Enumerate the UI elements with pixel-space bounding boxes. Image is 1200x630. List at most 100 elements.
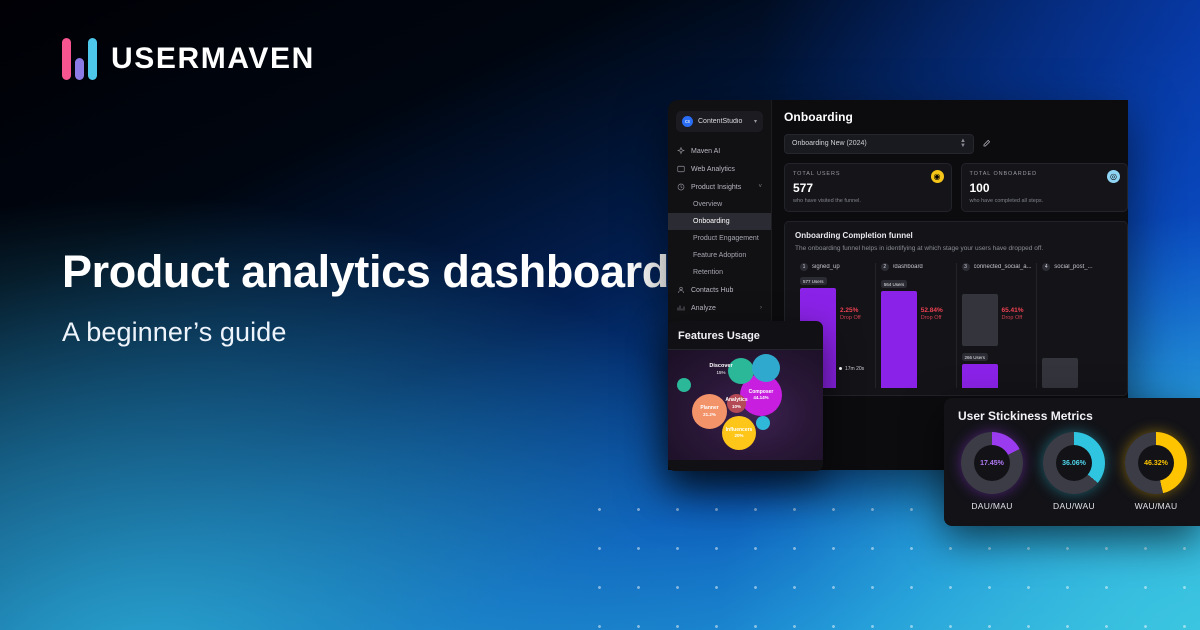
logo-bar-purple bbox=[75, 58, 84, 80]
stat-sub: who have completed all steps. bbox=[969, 197, 1044, 204]
sidebar-item-web-analytics[interactable]: Web Analytics bbox=[668, 160, 771, 178]
sidebar-item-label: Web Analytics bbox=[691, 165, 735, 173]
edit-icon[interactable] bbox=[982, 139, 991, 148]
chevron-right-icon: › bbox=[760, 305, 762, 311]
stat-label: TOTAL USERS bbox=[793, 170, 841, 177]
sidebar-item-analyze[interactable]: Analyze › bbox=[668, 299, 771, 317]
headline-block: Product analytics dashboard A beginner’s… bbox=[62, 246, 669, 348]
logo-bar-pink bbox=[62, 38, 71, 80]
funnel-dropoff: 2.25% Drop Off bbox=[840, 307, 861, 321]
bubble-value: 20% bbox=[734, 433, 744, 439]
person-icon bbox=[678, 286, 684, 294]
logo-bar-cyan bbox=[88, 38, 97, 80]
stepper-icon: ▲ ▼ bbox=[960, 138, 966, 149]
features-usage-card: Features Usage Composer 44.14% Planner 2… bbox=[668, 321, 823, 471]
donut-label: WAU/MAU bbox=[1134, 501, 1178, 511]
donut-value: 17.45% bbox=[980, 459, 1004, 467]
sidebar-item-label: Retention bbox=[693, 269, 723, 276]
sidebar-item-label: Feature Adoption bbox=[693, 252, 747, 259]
stat-value: 577 bbox=[793, 180, 814, 195]
bubble-analytics[interactable]: Analytics 10% bbox=[725, 394, 748, 413]
dashboard-page-title: Onboarding bbox=[784, 110, 853, 124]
funnel-time-value: 17m 20s bbox=[845, 365, 865, 372]
bubble-value: 44.14% bbox=[753, 395, 769, 401]
sidebar-item-label: Contacts Hub bbox=[691, 286, 734, 294]
funnel-panel-description: The onboarding funnel helps in identifyi… bbox=[795, 244, 1044, 252]
clock-icon bbox=[677, 183, 685, 191]
sidebar-item-onboarding[interactable]: Onboarding bbox=[668, 213, 771, 230]
window-icon bbox=[677, 165, 685, 173]
funnel-bar-label: 577 Users bbox=[800, 277, 827, 286]
stat-cards: TOTAL USERS 577 who have visited the fun… bbox=[784, 162, 1128, 212]
poster-canvas: USERMAVEN Product analytics dashboard A … bbox=[0, 0, 1200, 630]
funnel-select-row: Onboarding New (2024) ▲ ▼ bbox=[784, 134, 1128, 154]
donut-wau-mau: 46.32% WAU/MAU bbox=[1122, 432, 1190, 511]
bubble-value: 10% bbox=[731, 403, 741, 409]
sidebar-nav: Maven AI Web Analytics Product Insights … bbox=[668, 142, 771, 317]
sidebar-item-label: Product Engagement bbox=[693, 235, 759, 242]
donut-label: DAU/WAU bbox=[1053, 501, 1095, 511]
funnel-bar bbox=[880, 290, 917, 388]
features-usage-title: Features Usage bbox=[668, 321, 823, 350]
sidebar-item-label: Onboarding bbox=[693, 218, 730, 225]
gold-coin-icon: ◉ bbox=[930, 169, 944, 183]
funnel-dropoff-value: 52.84% bbox=[920, 306, 943, 314]
funnel-step-head: 3 connected_social_a... bbox=[961, 262, 1037, 271]
bubble-value: 15% bbox=[716, 369, 726, 375]
sidebar-item-overview[interactable]: Overview bbox=[668, 196, 771, 213]
bubble-influencers[interactable]: Influencers 20% bbox=[722, 416, 756, 450]
bubble-large-cyan[interactable] bbox=[752, 354, 780, 382]
donut-ring: 46.32% bbox=[1125, 432, 1187, 494]
donut-dau-wau: 36.06% DAU/WAU bbox=[1040, 432, 1108, 511]
user-stickiness-card: User Stickiness Metrics 17.45% DAU/MAU 3… bbox=[944, 398, 1200, 526]
funnel-time-label: 17m 20s bbox=[839, 366, 864, 372]
stat-value: 100 bbox=[969, 180, 990, 195]
sidebar-item-contacts-hub[interactable]: Contacts Hub bbox=[668, 281, 771, 299]
funnel-bar bbox=[961, 363, 998, 388]
funnel-dropoff: 52.84% Drop Off bbox=[921, 307, 943, 321]
page-subtitle: A beginner’s guide bbox=[62, 316, 287, 347]
chevron-down-icon: ▾ bbox=[753, 119, 757, 125]
donut-value: 36.06% bbox=[1062, 459, 1086, 467]
features-usage-bubble-chart: Composer 44.14% Planner 21.2% Influencer… bbox=[668, 350, 823, 460]
funnel-step-head: 2 /dashboard bbox=[880, 262, 956, 271]
sparkle-icon bbox=[677, 147, 685, 155]
donut-value: 46.32% bbox=[1144, 459, 1168, 467]
bubble-small-cyan[interactable] bbox=[756, 416, 770, 430]
sidebar-item-product-insights[interactable]: Product Insights ˅ bbox=[668, 178, 771, 196]
sidebar-item-label: Maven AI bbox=[691, 147, 721, 155]
stat-label: TOTAL ONBOARDED bbox=[969, 170, 1037, 177]
chart-icon bbox=[677, 305, 685, 311]
page-title: Product analytics dashboard bbox=[62, 246, 669, 297]
workspace-switcher[interactable]: cs ContentStudio ▾ bbox=[676, 111, 763, 132]
funnel-bar-wrap: 564 Users bbox=[880, 273, 917, 388]
funnel-dropoff-label: Drop Off bbox=[840, 314, 861, 321]
funnel-select-value: Onboarding New (2024) bbox=[792, 140, 867, 148]
bubble-planner[interactable]: Planner 21.2% bbox=[692, 394, 727, 429]
funnel-select[interactable]: Onboarding New (2024) ▲ ▼ bbox=[784, 134, 974, 154]
sidebar-item-maven-ai[interactable]: Maven AI bbox=[668, 142, 771, 160]
funnel-panel: Onboarding Completion funnel The onboard… bbox=[784, 220, 1128, 396]
sidebar-item-label: Overview bbox=[693, 201, 723, 208]
stat-card-total-users: TOTAL USERS 577 who have visited the fun… bbox=[784, 162, 952, 212]
funnel-bar-remainder bbox=[1042, 357, 1079, 388]
funnel-bar-label: 564 Users bbox=[880, 280, 908, 289]
funnel-bar-label: 266 Users bbox=[961, 353, 989, 362]
funnel-dropoff: 65.41% Drop Off bbox=[1002, 307, 1024, 321]
bubble-small-teal-left[interactable] bbox=[677, 378, 691, 392]
sidebar-item-feature-adoption[interactable]: Feature Adoption bbox=[668, 247, 771, 264]
bubble-value: 21.2% bbox=[703, 411, 716, 417]
logo-bars-icon bbox=[62, 38, 97, 80]
stickiness-title: User Stickiness Metrics bbox=[958, 409, 1093, 423]
sidebar-item-retention[interactable]: Retention bbox=[668, 264, 771, 281]
donut-ring: 17.45% bbox=[961, 432, 1023, 494]
funnel-step-number: 2 bbox=[880, 262, 889, 271]
workspace-name: ContentStudio bbox=[698, 118, 743, 125]
sidebar-item-label: Analyze bbox=[691, 304, 716, 312]
bubble-discover-label: Discover 15% bbox=[692, 363, 750, 375]
funnel-dropoff-value: 2.25% bbox=[840, 306, 859, 314]
sidebar-item-label: Product Insights bbox=[691, 183, 742, 191]
donut-label: DAU/MAU bbox=[971, 501, 1013, 511]
sidebar-item-product-engagement[interactable]: Product Engagement bbox=[668, 230, 771, 247]
funnel-bar-remainder bbox=[961, 293, 998, 346]
